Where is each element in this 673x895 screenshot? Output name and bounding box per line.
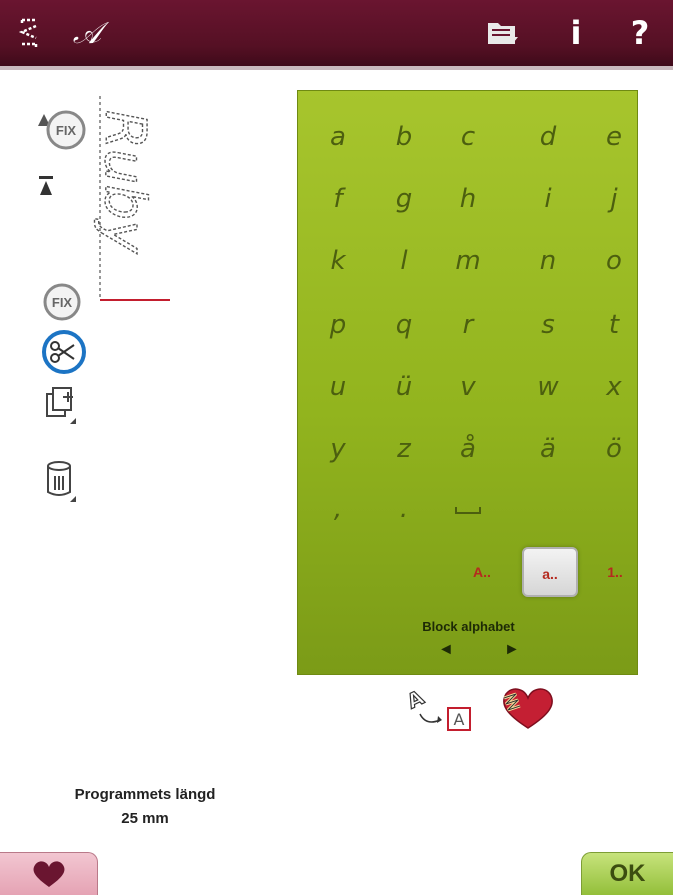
needle-stop-up-icon[interactable] [34,172,58,200]
key-f[interactable]: f [316,179,360,219]
program-length-label: Programmets längd [74,786,216,803]
key-v[interactable]: v [446,367,490,407]
alphabet-next-arrow[interactable]: ► [504,641,520,659]
program-length-value: 25 mm [121,810,169,827]
key-i[interactable]: i [526,179,570,219]
top-bar-divider [0,66,673,70]
ok-button[interactable]: OK [581,852,673,895]
heart-stitch-icon[interactable] [496,684,560,732]
top-bar: 𝒜 i ? [0,0,673,66]
key-a-umlaut[interactable]: ä [526,429,570,469]
font-icon[interactable]: 𝒜 [62,8,112,58]
key-z[interactable]: z [382,429,426,469]
key-x[interactable]: x [592,367,636,407]
key-a[interactable]: a [316,117,360,157]
text-preview: Ruby [80,88,200,318]
key-b[interactable]: b [382,117,426,157]
preview-text: Ruby [92,110,157,254]
mode-numbers-button[interactable]: 1.. [594,547,636,597]
key-l[interactable]: l [382,241,426,281]
key-h[interactable]: h [446,179,490,219]
mode-lowercase-button[interactable]: a.. [522,547,578,597]
svg-text:A: A [403,685,428,714]
favorites-button[interactable] [0,852,98,895]
fix-end-icon[interactable]: FIX [38,282,86,322]
key-t[interactable]: t [592,305,636,345]
scissors-icon[interactable] [40,328,88,376]
key-comma[interactable]: , [316,489,360,529]
key-period[interactable]: . [382,489,426,529]
space-icon [455,507,481,514]
key-q[interactable]: q [382,305,426,345]
key-n[interactable]: n [526,241,570,281]
key-e[interactable]: e [592,117,636,157]
key-d[interactable]: d [526,117,570,157]
key-w[interactable]: w [526,367,570,407]
fix-start-label: FIX [56,123,77,138]
key-u-umlaut[interactable]: ü [382,367,426,407]
key-c[interactable]: c [446,117,490,157]
alphabet-label: Block alphabet [422,619,515,634]
delete-icon[interactable] [44,458,80,506]
key-p[interactable]: p [316,305,360,345]
key-k[interactable]: k [316,241,360,281]
convert-letter: A [454,710,465,729]
keyboard-panel: a b c d e f g h i j k l m n o p q r s t … [297,90,638,675]
fix-end-label: FIX [52,295,73,310]
heart-icon [33,861,64,887]
key-s[interactable]: s [526,305,570,345]
key-o-umlaut[interactable]: ö [592,429,636,469]
key-g[interactable]: g [382,179,426,219]
key-space[interactable] [446,489,490,529]
key-j[interactable]: j [592,179,636,219]
key-u[interactable]: u [316,367,360,407]
mode-uppercase-button[interactable]: A.. [454,547,510,597]
convert-to-embroidery-icon[interactable]: A A [402,684,476,732]
file-manager-icon[interactable] [478,8,528,58]
alphabet-prev-arrow[interactable]: ◄ [438,641,454,659]
key-a-ring[interactable]: å [446,429,490,469]
help-icon[interactable]: ? [620,8,660,58]
stitch-menu-icon[interactable] [14,8,44,58]
info-icon[interactable]: i [556,8,596,58]
key-o[interactable]: o [592,241,636,281]
key-y[interactable]: y [316,429,360,469]
key-r[interactable]: r [446,305,490,345]
duplicate-icon[interactable] [44,384,80,428]
key-m[interactable]: m [446,241,490,281]
